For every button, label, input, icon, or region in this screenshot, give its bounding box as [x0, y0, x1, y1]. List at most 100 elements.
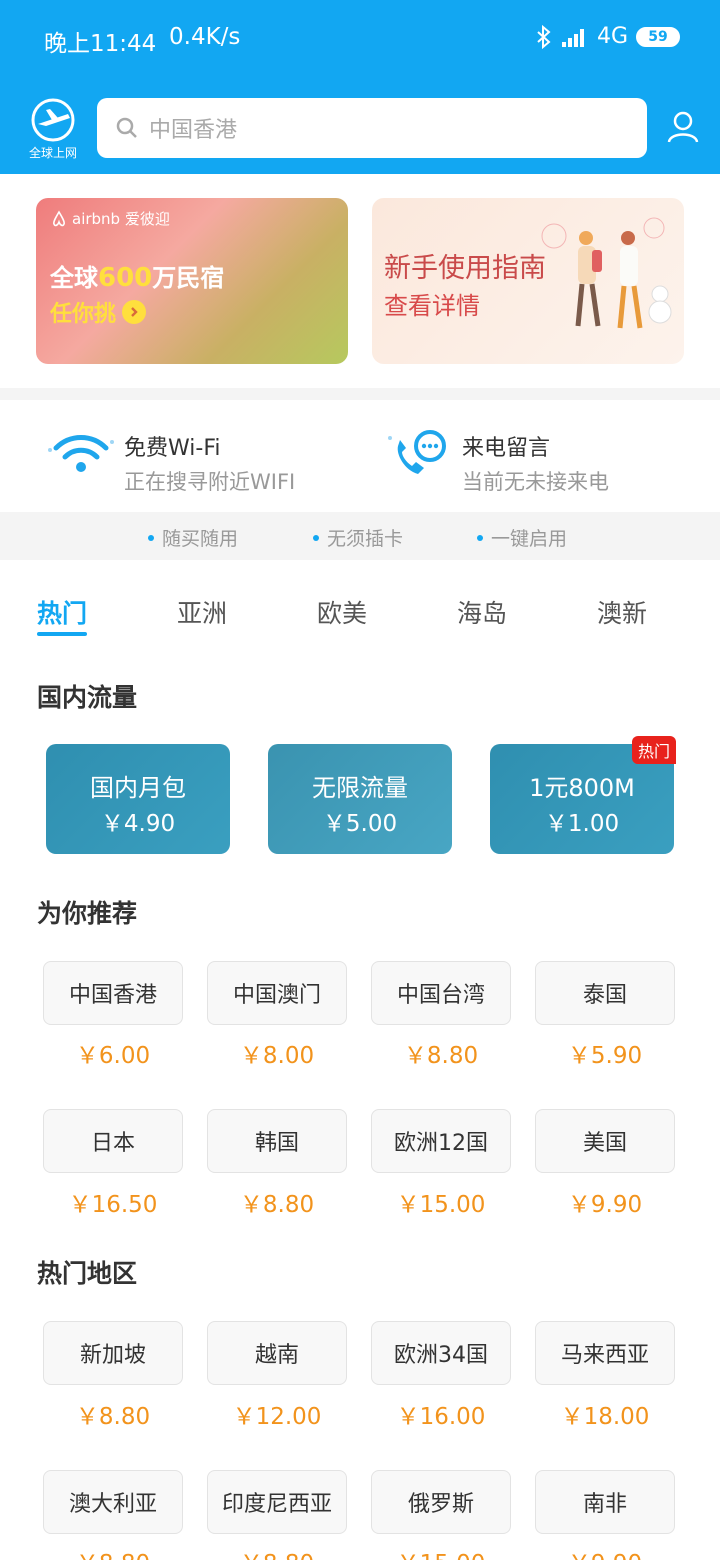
tip-text: 一键启用: [491, 528, 568, 550]
plan-name: 无限流量: [312, 774, 408, 802]
country-price: ￥6.00: [75, 1043, 151, 1069]
airbnb-headline-suffix: 万民宿: [152, 264, 225, 292]
voicemail-title: 来电留言: [462, 436, 551, 461]
airbnb-headline-prefix: 全球: [50, 264, 98, 292]
tip-text: 随买随用: [162, 528, 239, 550]
search-icon: [116, 117, 137, 138]
country-price: ￥8.80: [207, 1544, 347, 1560]
country-price: ￥15.00: [371, 1544, 511, 1560]
country-price: ￥8.00: [239, 1043, 315, 1069]
country-price: ￥16.00: [396, 1404, 486, 1430]
country-button[interactable]: 越南: [207, 1321, 347, 1385]
free-wifi-title: 免费Wi-Fi: [124, 436, 221, 461]
airbnb-logo-icon: [53, 209, 65, 226]
tip-item: 一键启用: [477, 524, 567, 551]
airbnb-brand: airbnb 爱彼迎: [50, 208, 170, 229]
tip-item: 随买随用: [148, 524, 238, 551]
domestic-plan-card[interactable]: 国内月包 ￥4.90: [46, 744, 230, 854]
country-price: ￥15.00: [396, 1192, 486, 1218]
recommended-section-title: 为你推荐: [37, 899, 138, 928]
country-button[interactable]: 日本: [43, 1109, 183, 1173]
tab-oceania[interactable]: 澳新: [597, 594, 647, 630]
country-price: ￥9.90: [535, 1544, 675, 1560]
country-price: ￥8.80: [239, 1192, 315, 1218]
phone-message-icon: [388, 430, 446, 474]
guide-banner[interactable]: 新手使用指南 查看详情: [372, 198, 684, 364]
tab-asia[interactable]: 亚洲: [177, 594, 227, 630]
airbnb-headline: 全球600万民宿: [50, 258, 224, 293]
hot-regions-section-title: 热门地区: [37, 1259, 138, 1288]
tip-text: 无须插卡: [327, 528, 404, 550]
section-divider: [0, 388, 720, 400]
country-price: ￥8.80: [43, 1544, 183, 1560]
plane-globe-icon: [31, 98, 75, 142]
country-button[interactable]: 马来西亚: [535, 1321, 675, 1385]
bluetooth-icon: [537, 24, 551, 49]
voicemail-status: 当前无未接来电: [462, 470, 609, 494]
arrow-right-icon: [122, 300, 147, 324]
plan-name: 国内月包: [90, 774, 186, 802]
plan-price: ￥4.90: [100, 811, 176, 837]
tips-bar: 随买随用 无须插卡 一键启用: [0, 512, 720, 560]
country-price: ￥18.00: [560, 1404, 650, 1430]
tab-hot[interactable]: 热门: [37, 594, 87, 630]
country-price: ￥5.90: [567, 1043, 643, 1069]
domestic-plan-card[interactable]: 1元800M ￥1.00 热门: [490, 736, 676, 854]
signal-icon: [561, 28, 584, 47]
country-button[interactable]: 俄罗斯: [371, 1470, 511, 1534]
status-icons: 4G 59: [535, 24, 680, 49]
bullet-dot: [477, 534, 483, 541]
country-price: ￥9.90: [567, 1192, 643, 1218]
airbnb-cta-text: 任你挑: [50, 302, 117, 327]
tab-islands[interactable]: 海岛: [457, 594, 507, 630]
country-button[interactable]: 欧洲12国: [371, 1109, 511, 1173]
airbnb-brand-text: airbnb 爱彼迎: [72, 210, 170, 228]
country-price: ￥16.50: [68, 1192, 158, 1218]
bullet-dot: [148, 534, 154, 541]
tip-item: 无须插卡: [313, 524, 403, 551]
country-button[interactable]: 中国澳门: [207, 961, 347, 1025]
battery-icon: 59: [636, 26, 680, 47]
country-button[interactable]: 韩国: [207, 1109, 347, 1173]
status-network-speed: 0.4K/s: [169, 24, 241, 50]
country-button[interactable]: 美国: [535, 1109, 675, 1173]
country-price: ￥12.00: [232, 1404, 322, 1430]
wifi-icon: [48, 435, 114, 472]
domestic-plan-card[interactable]: 无限流量 ￥5.00: [268, 744, 452, 854]
country-price: ￥8.80: [75, 1404, 151, 1430]
top-bar: 晚上11:44 0.4K/s 4G 59 全球上网 中国香港: [0, 0, 720, 174]
country-button[interactable]: 欧洲34国: [371, 1321, 511, 1385]
airbnb-banner[interactable]: airbnb 爱彼迎 全球600万民宿 任你挑: [36, 198, 348, 364]
plan-price: ￥5.00: [322, 811, 398, 837]
country-button[interactable]: 泰国: [535, 961, 675, 1025]
active-tab-indicator: [37, 632, 87, 636]
free-wifi-feature[interactable]: 免费Wi-Fi 正在搜寻附近WIFI: [40, 418, 340, 498]
tab-europe-america[interactable]: 欧美: [317, 594, 367, 630]
bullet-dot: [313, 534, 319, 541]
country-button[interactable]: 中国台湾: [371, 961, 511, 1025]
search-bar[interactable]: 中国香港: [97, 98, 647, 158]
country-button[interactable]: 印度尼西亚: [207, 1470, 347, 1534]
country-price: ￥8.80: [403, 1043, 479, 1069]
hot-badge: 热门: [631, 736, 676, 764]
network-type: 4G: [596, 24, 628, 49]
logo-text: 全球上网: [28, 146, 77, 160]
guide-title: 新手使用指南: [384, 253, 546, 284]
airbnb-headline-number: 600: [98, 263, 153, 293]
country-button[interactable]: 澳大利亚: [43, 1470, 183, 1534]
plan-price: ￥1.00: [544, 811, 620, 837]
country-button[interactable]: 中国香港: [43, 961, 183, 1025]
user-icon[interactable]: [666, 110, 700, 144]
guide-subtitle: 查看详情: [384, 292, 480, 320]
status-time: 晚上11:44: [44, 31, 157, 57]
free-wifi-status: 正在搜寻附近WIFI: [124, 470, 296, 494]
domestic-section-title: 国内流量: [37, 683, 138, 712]
country-button[interactable]: 南非: [535, 1470, 675, 1534]
search-placeholder: 中国香港: [149, 118, 238, 143]
app-logo[interactable]: 全球上网: [24, 98, 82, 160]
travelers-illustration: [541, 217, 672, 329]
airbnb-cta: 任你挑: [50, 296, 147, 328]
country-button[interactable]: 新加坡: [43, 1321, 183, 1385]
plan-name: 1元800M: [529, 774, 635, 802]
voicemail-feature[interactable]: 来电留言 当前无未接来电: [378, 418, 678, 498]
